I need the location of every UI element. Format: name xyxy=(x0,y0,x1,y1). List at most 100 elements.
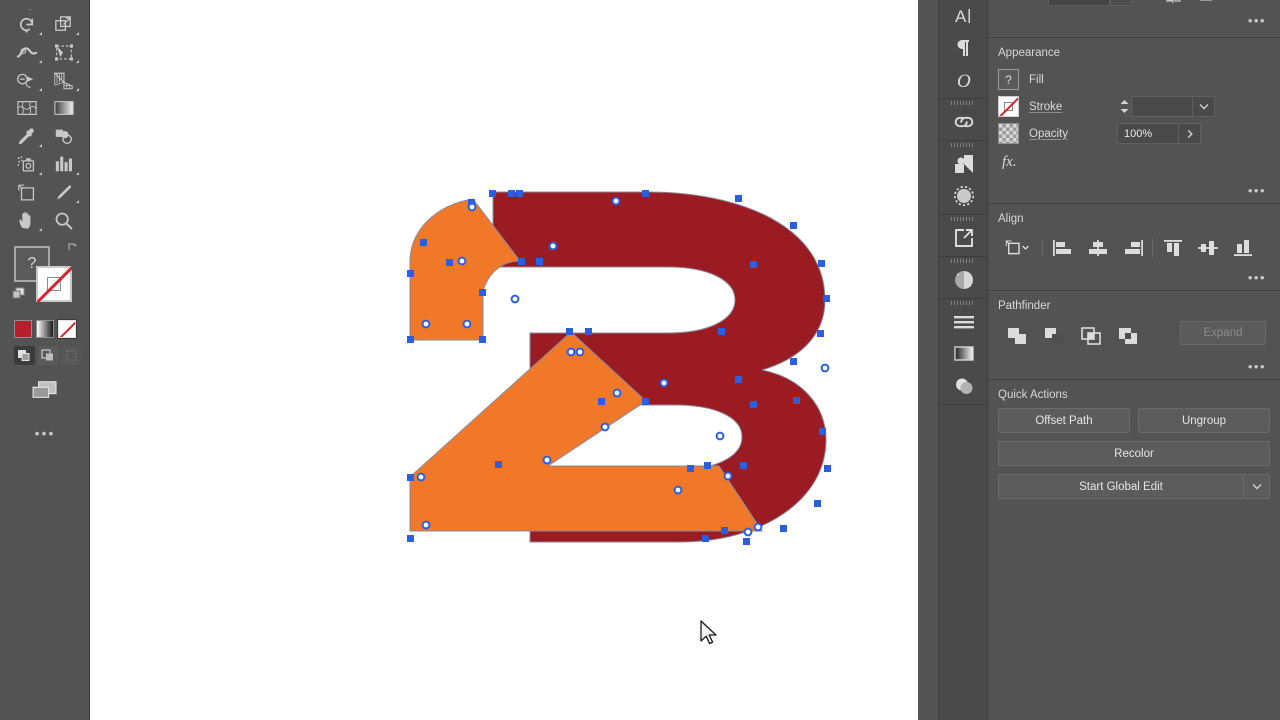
vertical-align-center-button[interactable] xyxy=(1190,234,1225,262)
stroke-weight-input[interactable] xyxy=(1131,96,1193,117)
opacity-input[interactable]: 100% xyxy=(1117,123,1179,144)
scale-tool[interactable] xyxy=(45,10,82,38)
opacity-options-button[interactable] xyxy=(1179,123,1201,144)
start-global-edit-button[interactable]: Start Global Edit xyxy=(998,474,1244,499)
dock-grip[interactable] xyxy=(939,257,987,264)
color-swatch[interactable] xyxy=(14,320,32,338)
free-transform-tool[interactable] xyxy=(45,38,82,66)
panel-dock: A O xyxy=(938,0,988,720)
dock-grip[interactable] xyxy=(939,99,987,106)
stroke-weight-dropdown[interactable] xyxy=(1193,96,1215,117)
pathfinder-more-options[interactable]: ••• xyxy=(1248,360,1266,373)
flyout-corner-icon xyxy=(76,200,79,203)
stroke-label[interactable]: Stroke xyxy=(1029,101,1117,113)
gradient-panel-icon[interactable] xyxy=(939,338,989,370)
draw-normal-button[interactable] xyxy=(14,346,35,365)
align-to-selection-button[interactable] xyxy=(998,234,1040,262)
fx-label[interactable]: fx. xyxy=(1002,154,1017,171)
gradient-tool[interactable] xyxy=(45,94,82,122)
pathfinder-intersect-button[interactable] xyxy=(1072,322,1109,350)
swap-fill-stroke-icon[interactable] xyxy=(66,240,80,254)
links-panel-icon[interactable] xyxy=(939,106,989,138)
flip-vertical-icon[interactable] xyxy=(1198,0,1214,7)
dock-group-recolor xyxy=(939,257,987,299)
recolor-artwork-icon[interactable] xyxy=(939,264,989,296)
gradient-swatch[interactable] xyxy=(36,320,54,338)
glyphs-panel-icon[interactable]: O xyxy=(939,64,989,96)
stroke-swatch[interactable] xyxy=(36,266,72,302)
horizontal-align-right-button[interactable] xyxy=(1115,234,1150,262)
global-edit-dropdown[interactable] xyxy=(1244,474,1270,499)
pathfinder-minus-front-button[interactable] xyxy=(1035,322,1072,350)
svg-text:O: O xyxy=(957,71,971,92)
paragraph-panel-icon[interactable] xyxy=(939,32,989,64)
layers-panel-icon[interactable] xyxy=(939,306,989,338)
opacity-label[interactable]: Opacity xyxy=(1029,128,1117,140)
artboard-tool[interactable] xyxy=(8,178,45,206)
mesh-tool[interactable] xyxy=(8,94,45,122)
dock-grip[interactable] xyxy=(939,141,987,148)
vertical-align-bottom-button[interactable] xyxy=(1225,234,1260,262)
default-fill-stroke-icon[interactable] xyxy=(12,286,28,300)
align-title: Align xyxy=(998,213,1024,225)
symbol-sprayer-tool[interactable] xyxy=(8,150,45,178)
flip-horizontal-icon[interactable] xyxy=(1165,0,1182,7)
properties-panel: ••• Appearance ? Fill Stroke Opacity 100… xyxy=(988,0,1280,720)
shaper-tool[interactable] xyxy=(45,0,82,10)
opacity-swatch[interactable] xyxy=(998,123,1019,144)
image-trace-panel-icon[interactable] xyxy=(939,148,989,180)
draw-inside-button[interactable] xyxy=(61,346,83,365)
dock-group-export xyxy=(939,215,987,257)
expand-button[interactable]: Expand xyxy=(1180,321,1266,345)
eyedropper-tool[interactable] xyxy=(8,122,45,150)
shape-builder-tool[interactable] xyxy=(8,66,45,94)
zoom-tool[interactable] xyxy=(45,206,82,234)
offset-path-button[interactable]: Offset Path xyxy=(998,408,1130,433)
ungroup-button[interactable]: Ungroup xyxy=(1138,408,1270,433)
svg-text:A: A xyxy=(955,7,967,26)
horizontal-align-center-button[interactable] xyxy=(1080,234,1115,262)
transparency-alt-icon[interactable] xyxy=(939,370,989,402)
cropped-field[interactable] xyxy=(1048,0,1110,6)
pathfinder-unite-button[interactable] xyxy=(998,322,1035,350)
change-screen-mode-button[interactable] xyxy=(8,377,82,403)
slice-tool[interactable] xyxy=(45,178,82,206)
quick-actions-section: Quick Actions Offset Path Ungroup Recolo… xyxy=(988,380,1280,517)
hand-tool[interactable] xyxy=(8,206,45,234)
fx-row[interactable]: fx. xyxy=(998,147,1270,177)
dock-grip[interactable] xyxy=(939,215,987,222)
draw-behind-button[interactable] xyxy=(37,346,59,365)
horizontal-align-left-button[interactable] xyxy=(1045,234,1080,262)
width-tool[interactable] xyxy=(8,38,45,66)
toolbar-overflow-button[interactable]: ••• xyxy=(8,425,82,441)
vertical-align-top-button[interactable] xyxy=(1155,234,1190,262)
flyout-corner-icon xyxy=(76,32,79,35)
asset-export-panel-icon[interactable] xyxy=(939,222,989,254)
fill-swatch-button[interactable]: ? xyxy=(998,69,1019,90)
character-panel-icon[interactable]: A xyxy=(939,0,989,32)
illustrator-window: ? ••• A O ••• Appearance ? Fill Stroke O… xyxy=(0,0,1280,720)
perspective-grid-tool[interactable] xyxy=(45,66,82,94)
warp-tool[interactable] xyxy=(8,0,45,10)
transparency-panel-icon[interactable] xyxy=(939,180,989,212)
cropped-field-stepper[interactable] xyxy=(1110,0,1132,6)
stroke-swatch-button[interactable] xyxy=(998,96,1019,117)
align-section: Align ••• xyxy=(988,204,1280,291)
recolor-button[interactable]: Recolor xyxy=(998,441,1270,466)
flyout-corner-icon xyxy=(76,172,79,175)
canvas-area[interactable] xyxy=(90,0,918,720)
rotate-tool[interactable] xyxy=(8,10,45,38)
flyout-corner-icon xyxy=(39,88,42,91)
align-more-options[interactable]: ••• xyxy=(1248,271,1266,284)
dock-grip[interactable] xyxy=(939,299,987,306)
none-swatch[interactable] xyxy=(57,319,77,339)
quick-actions-row-2: Recolor xyxy=(998,441,1270,466)
stroke-weight-stepper[interactable] xyxy=(1117,96,1131,117)
appearance-more-options[interactable]: ••• xyxy=(1248,184,1266,197)
pathfinder-exclude-button[interactable] xyxy=(1109,322,1146,350)
transform-more-options[interactable]: ••• xyxy=(1248,14,1266,27)
column-graph-tool[interactable] xyxy=(45,150,82,178)
blend-tool[interactable] xyxy=(45,122,82,150)
pathfinder-buttons: Expand xyxy=(998,319,1270,353)
none-slash-icon xyxy=(36,266,72,302)
